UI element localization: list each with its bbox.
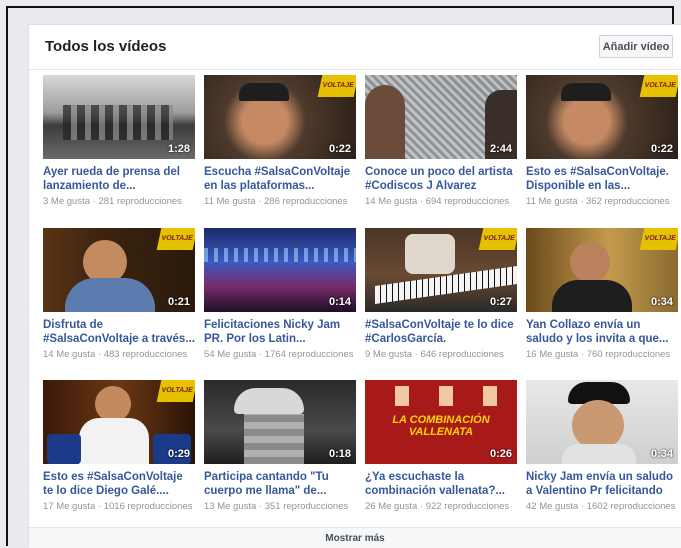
video-meta: 9 Me gusta · 646 reproducciones (365, 349, 504, 360)
video-meta: 14 Me gusta · 483 reproducciones (43, 349, 188, 360)
video-thumbnail[interactable]: 0:18 (204, 380, 356, 464)
voltaje-badge: VOLTAJE (639, 228, 678, 250)
video-card[interactable]: VOLTAJE 0:29 Esto es #SalsaConVoltaje te… (43, 380, 195, 512)
video-duration: 1:28 (167, 143, 190, 155)
video-title[interactable]: #SalsaConVoltaje te lo dice #CarlosGarcí… (365, 318, 517, 346)
video-thumbnail[interactable]: 1:28 (43, 75, 195, 159)
video-duration: 0:34 (650, 448, 673, 460)
video-card[interactable]: LA COMBINACIÓN VALLENATA 0:26 ¿Ya escuch… (365, 380, 517, 512)
video-duration: 0:26 (489, 448, 512, 460)
video-thumbnail[interactable]: VOLTAJE 0:34 (526, 228, 678, 312)
panel-header: Todos los vídeos Añadir vídeo (29, 25, 681, 70)
show-more-button[interactable]: Mostrar más (29, 527, 681, 548)
voltaje-badge: VOLTAJE (478, 228, 517, 250)
video-card[interactable]: VOLTAJE 0:21 Disfruta de #SalsaConVoltaj… (43, 228, 195, 360)
video-card[interactable]: VOLTAJE 0:22 Escucha #SalsaConVoltaje en… (204, 75, 356, 207)
video-meta: 42 Me gusta · 1602 reproducciones (526, 501, 676, 512)
video-title[interactable]: ¿Ya escuchaste la combinación vallenata?… (365, 470, 517, 498)
video-card[interactable]: VOLTAJE 0:22 Esto es #SalsaConVoltaje. D… (526, 75, 678, 207)
video-card[interactable]: 0:34 Nicky Jam envía un saludo a Valenti… (526, 380, 678, 512)
video-title[interactable]: Participa cantando "Tu cuerpo me llama" … (204, 470, 356, 498)
video-duration: 0:14 (328, 296, 351, 308)
video-title[interactable]: Escucha #SalsaConVoltaje en las platafor… (204, 165, 356, 193)
video-card[interactable]: 2:44 Conoce un poco del artista #Codisco… (365, 75, 517, 207)
video-card[interactable]: 1:28 Ayer rueda de prensa del lanzamient… (43, 75, 195, 207)
video-thumbnail[interactable]: VOLTAJE 0:22 (204, 75, 356, 159)
video-title[interactable]: Felicitaciones Nicky Jam PR. Por los Lat… (204, 318, 356, 346)
page-title: Todos los vídeos (45, 38, 167, 55)
video-thumbnail[interactable]: LA COMBINACIÓN VALLENATA 0:26 (365, 380, 517, 464)
video-thumbnail[interactable]: 0:14 (204, 228, 356, 312)
video-duration: 0:18 (328, 448, 351, 460)
video-title[interactable]: Ayer rueda de prensa del lanzamiento de.… (43, 165, 195, 193)
video-duration: 0:29 (167, 448, 190, 460)
video-card[interactable]: 0:14 Felicitaciones Nicky Jam PR. Por lo… (204, 228, 356, 360)
voltaje-badge: VOLTAJE (317, 75, 356, 97)
video-duration: 0:22 (650, 143, 673, 155)
video-meta: 54 Me gusta · 1764 reproducciones (204, 349, 354, 360)
voltaje-badge: VOLTAJE (639, 75, 678, 97)
video-title[interactable]: Esto es #SalsaConVoltaje. Disponible en … (526, 165, 678, 193)
video-card[interactable]: 0:18 Participa cantando "Tu cuerpo me ll… (204, 380, 356, 512)
video-thumbnail[interactable]: 0:34 (526, 380, 678, 464)
video-card[interactable]: VOLTAJE 0:34 Yan Collazo envía un saludo… (526, 228, 678, 360)
video-duration: 0:22 (328, 143, 351, 155)
video-meta: 11 Me gusta · 362 reproducciones (526, 196, 670, 207)
voltaje-badge: VOLTAJE (156, 380, 195, 402)
add-video-button[interactable]: Añadir vídeo (599, 35, 673, 58)
video-duration: 0:34 (650, 296, 673, 308)
video-meta: 16 Me gusta · 760 reproducciones (526, 349, 671, 360)
video-title[interactable]: Esto es #SalsaConVoltaje te lo dice Dieg… (43, 470, 195, 498)
video-card[interactable]: VOLTAJE 0:27 #SalsaConVoltaje te lo dice… (365, 228, 517, 360)
video-thumbnail[interactable]: VOLTAJE 0:29 (43, 380, 195, 464)
video-thumbnail[interactable]: VOLTAJE 0:22 (526, 75, 678, 159)
video-meta: 17 Me gusta · 1016 reproducciones (43, 501, 193, 512)
thumbnail-caption: LA COMBINACIÓN VALLENATA (392, 414, 490, 438)
video-meta: 13 Me gusta · 351 reproducciones (204, 501, 349, 512)
video-meta: 11 Me gusta · 286 reproducciones (204, 196, 348, 207)
video-duration: 2:44 (489, 143, 512, 155)
video-title[interactable]: Yan Collazo envía un saludo y los invita… (526, 318, 678, 346)
video-duration: 0:21 (167, 296, 190, 308)
video-meta: 14 Me gusta · 694 reproducciones (365, 196, 510, 207)
video-title[interactable]: Nicky Jam envía un saludo a Valentino Pr… (526, 470, 678, 498)
video-title[interactable]: Conoce un poco del artista #Codiscos J A… (365, 165, 517, 193)
video-thumbnail[interactable]: VOLTAJE 0:27 (365, 228, 517, 312)
videos-panel: Todos los vídeos Añadir vídeo 1:28 Ayer … (28, 24, 681, 548)
voltaje-badge: VOLTAJE (156, 228, 195, 250)
video-meta: 3 Me gusta · 281 reproducciones (43, 196, 182, 207)
video-duration: 0:27 (489, 296, 512, 308)
video-meta: 26 Me gusta · 922 reproducciones (365, 501, 510, 512)
video-thumbnail[interactable]: VOLTAJE 0:21 (43, 228, 195, 312)
video-title[interactable]: Disfruta de #SalsaConVoltaje a través... (43, 318, 195, 346)
video-thumbnail[interactable]: 2:44 (365, 75, 517, 159)
